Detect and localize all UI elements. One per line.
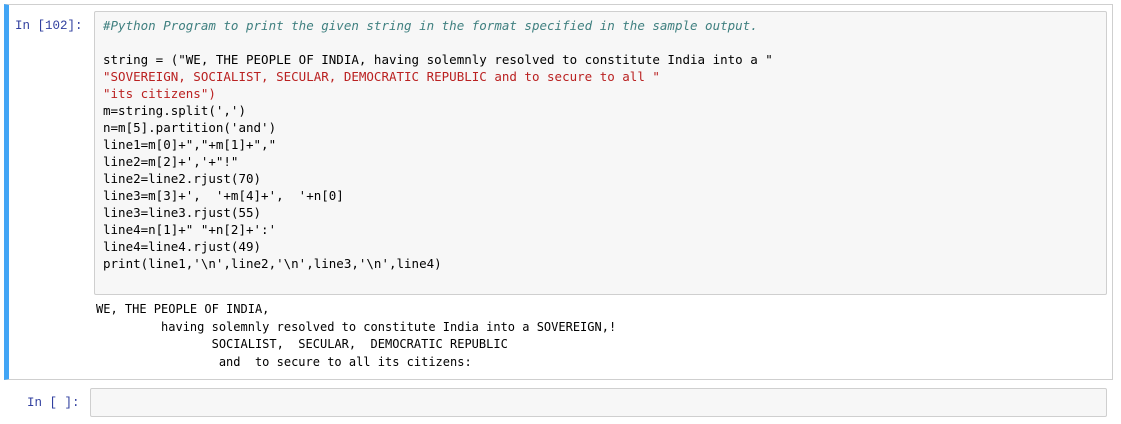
code-line: line2=m[2]+','+"!"	[103, 154, 239, 169]
code-line: line3=m[3]+', '+m[4]+', '+n[0]	[103, 188, 344, 203]
output-line: having solemnly resolved to constitute I…	[96, 319, 617, 334]
code-line: line4=n[1]+" "+n[2]+':'	[103, 222, 277, 237]
code-line: line3=line3.rjust(55)	[103, 205, 262, 220]
code-text[interactable]: #Python Program to print the given strin…	[103, 17, 773, 272]
code-line: string = ("WE, THE PEOPLE OF INDIA, havi…	[103, 52, 773, 67]
output-line: and to secure to all its citizens:	[96, 354, 472, 369]
output-line: SOCIALIST, SECULAR, DEMOCRATIC REPUBLIC	[96, 337, 508, 351]
empty-code-editor[interactable]	[90, 388, 1107, 417]
code-line: "SOVEREIGN, SOCIALIST, SECULAR, DEMOCRAT…	[103, 69, 660, 84]
code-line: n=m[5].partition('and')	[103, 120, 277, 135]
output-line: WE, THE PEOPLE OF INDIA,	[96, 302, 270, 316]
code-editor[interactable]: #Python Program to print the given strin…	[94, 11, 1107, 295]
input-prompt: In [102]:	[15, 19, 83, 33]
input-prompt-empty: In [ ]:	[27, 396, 80, 410]
code-line: line1=m[0]+","+m[1]+","	[103, 137, 277, 152]
code-line: line2=line2.rjust(70)	[103, 171, 262, 186]
code-line: m=string.split(',')	[103, 103, 246, 118]
code-line: print(line1,'\n',line2,'\n',line3,'\n',l…	[103, 256, 442, 271]
code-line: "its citizens")	[103, 86, 216, 101]
cell-output: WE, THE PEOPLE OF INDIA, having solemnly…	[96, 301, 616, 371]
code-line: #Python Program to print the given strin…	[103, 18, 758, 33]
code-line: line4=line4.rjust(49)	[103, 239, 262, 254]
